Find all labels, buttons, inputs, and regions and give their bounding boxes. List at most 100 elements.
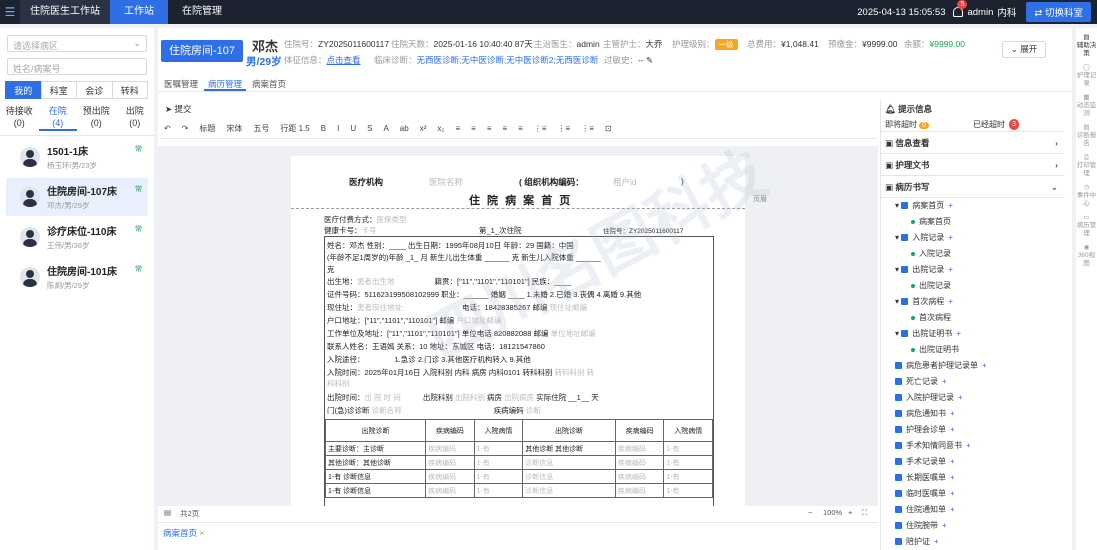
toolbar-button[interactable]: ab <box>400 124 409 133</box>
tree-parent[interactable]: ▾ 首次病程 + <box>891 294 1064 310</box>
tab-workstation[interactable]: 工作站 <box>110 0 168 24</box>
print-button[interactable]: ⎙ 打印管理 <box>1076 154 1097 178</box>
value[interactable]: 出 院 时 间 <box>365 393 401 402</box>
add-icon[interactable]: + <box>948 297 953 306</box>
doc-org-value[interactable]: 医院名称 <box>429 176 463 188</box>
tree-item[interactable]: 手术知情同意书 + <box>891 438 1064 454</box>
toolbar-button[interactable]: x² <box>420 124 427 133</box>
report-button[interactable]: ▤ 诊断报告 <box>1076 124 1097 148</box>
ward-select[interactable]: 请选择病区 ⌄ <box>7 35 147 52</box>
value[interactable]: 户口地址邮编 <box>456 316 501 325</box>
status-pending[interactable]: 待接收 (0) <box>0 105 39 131</box>
tree-child[interactable]: 首次病程 <box>891 310 1064 326</box>
doc-tab[interactable]: 病案首页 × <box>163 527 204 539</box>
value[interactable]: 单位地址邮编 <box>551 329 596 338</box>
doc-row[interactable]: 联系人姓名：王语嫣 关系：10 地址：东城区 电话：18121547860 <box>327 341 545 352</box>
doc-row[interactable]: 入院途径： 1.急诊 2.门诊 3.其他医疗机构转入 9.其他 <box>327 354 531 365</box>
patient-item[interactable]: 诊疗床位-110床 王伟/男/36岁 常 <box>6 218 148 256</box>
toolbar-button[interactable]: ⋮≡ <box>581 124 594 133</box>
value[interactable]: 现住址邮编 <box>550 303 588 312</box>
value[interactable]: 患者现住地址 <box>357 303 402 312</box>
add-icon[interactable]: + <box>950 425 955 434</box>
tab-medical-records[interactable]: 病历管理 <box>204 76 247 91</box>
switch-dept-button[interactable]: ⇄ 切换科室 <box>1026 2 1091 22</box>
doc-row[interactable]: 姓名：邓杰 性别：____ 出生日期：1995年08月10日 年龄：29 国籍：… <box>327 240 574 251</box>
toolbar-button[interactable]: ≡ <box>487 124 492 133</box>
tree-child[interactable]: 出院证明书 <box>891 342 1064 358</box>
cell[interactable]: 1-有 <box>473 469 524 484</box>
cell[interactable]: 疾病编码 <box>614 483 665 498</box>
vitals-link[interactable]: 点击查看 <box>327 55 361 65</box>
user-name[interactable]: admin <box>967 7 993 18</box>
section-info[interactable]: ▣ 信息查看 › <box>881 132 1064 154</box>
tree-item[interactable]: 死亡记录 + <box>891 374 1064 390</box>
toolbar-button[interactable]: I <box>337 124 339 133</box>
tree-item[interactable]: 入院护理记录 + <box>891 390 1064 406</box>
tree-item[interactable]: 住院通知单 + <box>891 502 1064 518</box>
add-icon[interactable]: + <box>948 201 953 210</box>
toolbar-button[interactable]: ≡ <box>503 124 508 133</box>
doc-row[interactable]: 出院时间：出 院 时 间 出院科别 出院科别 病房 出院病房 实际住院 __1_… <box>327 392 599 403</box>
toolbar-button[interactable]: ↶ <box>164 124 171 133</box>
toolbar-button[interactable]: ≡ <box>518 124 523 133</box>
tree-parent[interactable]: ▾ 出院记录 + <box>891 262 1064 278</box>
table-row[interactable]: 1-有 诊断信息 疾病编码 1-有 诊断信息 疾病编码 1-有 <box>324 483 713 498</box>
toolbar-button[interactable]: x₂ <box>437 124 444 133</box>
tree-parent[interactable]: ▾ 入院记录 + <box>891 230 1064 246</box>
cell[interactable]: 1-有 <box>473 455 524 470</box>
doc-row[interactable]: 户口地址：["11","1101","110101"] 邮编 户口地址邮编 <box>327 315 501 326</box>
doc-row[interactable]: 现住址：患者现住地址 电话：18428385267 邮编 现住址邮编 <box>327 302 587 313</box>
tree-item[interactable]: 病危患者护理记录单 + <box>891 358 1064 374</box>
tree-item[interactable]: 临时医嘱单 + <box>891 486 1064 502</box>
menu-icon[interactable]: ☰ <box>0 0 20 24</box>
toolbar-button[interactable]: ↷ <box>182 124 189 133</box>
close-icon[interactable]: × <box>199 528 204 538</box>
tree-child[interactable]: 病案首页 <box>891 214 1064 230</box>
value[interactable]: 出院科别 <box>455 393 485 402</box>
doc-row[interactable]: 证件号码：511623199508102999 职业：______ 婚姻 ___… <box>327 289 641 300</box>
doc-row[interactable]: 门(急)诊诊断 诊断名称 疾病编码 诊断 <box>327 405 541 416</box>
cell[interactable]: 诊断信息 <box>522 483 616 498</box>
cell[interactable]: 1-有 <box>663 441 713 456</box>
toolbar-button[interactable]: 五号 <box>253 123 269 134</box>
add-icon[interactable]: + <box>950 489 955 498</box>
add-icon[interactable]: + <box>966 441 971 450</box>
add-icon[interactable]: + <box>958 393 963 402</box>
cell[interactable]: 其他诊断：其他诊断 <box>324 455 427 470</box>
add-icon[interactable]: + <box>950 473 955 482</box>
cell[interactable]: 疾病编码 <box>425 441 475 456</box>
tab-mine[interactable]: 我的 <box>5 81 42 99</box>
patient-item[interactable]: 住院房间-107床 邓杰/男/29岁 常 <box>6 178 148 216</box>
value[interactable]: 转科科别 <box>555 368 585 377</box>
edit-icon[interactable]: ✎ <box>644 55 653 65</box>
doc-row[interactable]: 入院时间：2025年01月16日 入院科别 内科 病房 内科0101 转科科别 … <box>327 367 594 378</box>
cell[interactable]: 疾病编码 <box>614 455 665 470</box>
cell[interactable]: 1-有 <box>663 483 713 498</box>
tree-child[interactable]: 入院记录 <box>891 246 1064 262</box>
toolbar-button[interactable]: ≡ <box>455 124 460 133</box>
toolbar-button[interactable]: S <box>367 124 372 133</box>
cell[interactable]: 疾病编码 <box>425 469 475 484</box>
zoom-in-icon[interactable]: + <box>848 508 852 517</box>
add-icon[interactable]: + <box>950 457 955 466</box>
cell[interactable]: 其他诊断 其他诊断 <box>522 441 616 456</box>
value[interactable]: 患者出生地 <box>357 277 395 286</box>
patient-search-input[interactable]: 姓名/病案号 <box>7 58 147 75</box>
cell[interactable]: 诊断信息 <box>522 469 616 484</box>
cell[interactable]: 疾病编码 <box>614 441 665 456</box>
zoom-out-icon[interactable]: − <box>808 508 812 517</box>
expand-button[interactable]: ⌄ 展开 <box>1002 41 1046 58</box>
cell[interactable]: 1-有 <box>473 441 524 456</box>
tab-consult[interactable]: 会诊 <box>76 81 113 99</box>
tree-parent[interactable]: ▾ 出院证明书 + <box>891 326 1064 342</box>
add-icon[interactable]: + <box>982 361 987 370</box>
tree-item[interactable]: 陪护证 + <box>891 534 1064 550</box>
document-page[interactable]: 医疗机构 医院名称 ( 组织机构编码： 租户id ) 住 院 病 案 首 页 医… <box>291 156 745 506</box>
tree-item[interactable]: 护理会诊单 + <box>891 422 1064 438</box>
cell[interactable]: 1-有 诊断信息 <box>324 483 427 498</box>
add-icon[interactable]: + <box>942 377 947 386</box>
cell[interactable]: 疾病编码 <box>425 455 475 470</box>
submit-button[interactable]: ➤ 提交 <box>165 103 192 115</box>
tree-item[interactable]: 手术记录单 + <box>891 454 1064 470</box>
value[interactable]: 诊断 <box>526 406 541 415</box>
